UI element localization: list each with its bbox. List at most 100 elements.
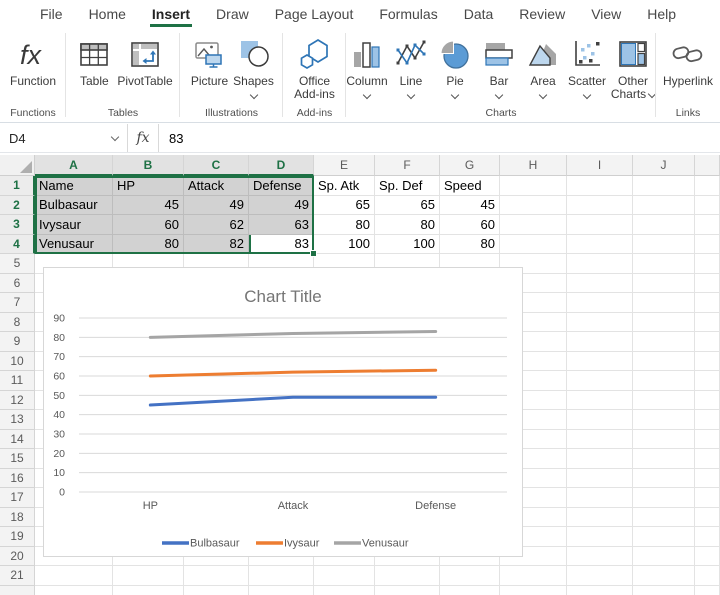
cell-I21[interactable] <box>567 566 633 586</box>
cell-B4[interactable]: 80 <box>113 235 184 255</box>
cell-J3[interactable] <box>633 215 695 235</box>
row-header-12[interactable]: 12 <box>0 391 35 411</box>
cell-H4[interactable] <box>500 235 567 255</box>
name-box[interactable]: D4 <box>0 124 128 152</box>
row-header-7[interactable]: 7 <box>0 293 35 313</box>
cell-E1[interactable]: Sp. Atk <box>314 176 375 196</box>
pivottable-button[interactable]: PivotTable <box>117 35 172 88</box>
cell-E21[interactable] <box>314 566 375 586</box>
cell-J15[interactable] <box>633 449 695 469</box>
cell-J12[interactable] <box>633 391 695 411</box>
row-header-partial[interactable] <box>0 586 35 595</box>
cell-J22[interactable] <box>633 586 695 595</box>
embedded-chart[interactable]: Chart Title0102030405060708090HPAttackDe… <box>43 267 523 557</box>
column-header-G[interactable]: G <box>440 155 500 176</box>
cell-D2[interactable]: 49 <box>249 196 314 216</box>
tab-formulas[interactable]: Formulas <box>379 0 437 28</box>
cell-J7[interactable] <box>633 293 695 313</box>
row-header-3[interactable]: 3 <box>0 215 35 235</box>
cell-K21[interactable] <box>695 566 720 586</box>
cell-I22[interactable] <box>567 586 633 595</box>
cell-J1[interactable] <box>633 176 695 196</box>
line-chart-button[interactable]: Line <box>390 35 432 100</box>
cell-I12[interactable] <box>567 391 633 411</box>
column-header-I[interactable]: I <box>567 155 633 176</box>
cell-G2[interactable]: 45 <box>440 196 500 216</box>
cell-C3[interactable]: 62 <box>184 215 249 235</box>
cell-G3[interactable]: 60 <box>440 215 500 235</box>
table-button[interactable]: Table <box>73 35 115 88</box>
cell-H21[interactable] <box>500 566 567 586</box>
cell-F3[interactable]: 80 <box>375 215 440 235</box>
row-header-8[interactable]: 8 <box>0 313 35 333</box>
cell-B22[interactable] <box>113 586 184 595</box>
cell-I2[interactable] <box>567 196 633 216</box>
row-header-6[interactable]: 6 <box>0 274 35 294</box>
cell-G21[interactable] <box>440 566 500 586</box>
cell-J11[interactable] <box>633 371 695 391</box>
cell-K3[interactable] <box>695 215 720 235</box>
tab-home[interactable]: Home <box>89 0 126 28</box>
cell-K19[interactable] <box>695 527 720 547</box>
cell-D22[interactable] <box>249 586 314 595</box>
cell-K10[interactable] <box>695 352 720 372</box>
cell-A21[interactable] <box>35 566 113 586</box>
row-header-14[interactable]: 14 <box>0 430 35 450</box>
cell-I14[interactable] <box>567 430 633 450</box>
column-header-E[interactable]: E <box>314 155 375 176</box>
cell-I11[interactable] <box>567 371 633 391</box>
cell-I17[interactable] <box>567 488 633 508</box>
cell-J9[interactable] <box>633 332 695 352</box>
tab-review[interactable]: Review <box>519 0 565 28</box>
row-header-11[interactable]: 11 <box>0 371 35 391</box>
cell-A4[interactable]: Venusaur <box>35 235 113 255</box>
tab-page-layout[interactable]: Page Layout <box>275 0 354 28</box>
pie-chart-button[interactable]: Pie <box>434 35 476 100</box>
cell-I18[interactable] <box>567 508 633 528</box>
cell-J5[interactable] <box>633 254 695 274</box>
other-charts-button[interactable]: Other Charts <box>610 35 656 101</box>
cell-B21[interactable] <box>113 566 184 586</box>
tab-file[interactable]: File <box>40 0 63 28</box>
column-chart-button[interactable]: Column <box>346 35 388 100</box>
cell-J16[interactable] <box>633 469 695 489</box>
cell-I7[interactable] <box>567 293 633 313</box>
cell-K8[interactable] <box>695 313 720 333</box>
row-header-16[interactable]: 16 <box>0 469 35 489</box>
cell-I1[interactable] <box>567 176 633 196</box>
cell-D4[interactable]: 83 <box>249 235 314 255</box>
office-add-ins-button[interactable]: Office Add-ins <box>288 35 342 101</box>
cell-K6[interactable] <box>695 274 720 294</box>
cell-H1[interactable] <box>500 176 567 196</box>
cell-J21[interactable] <box>633 566 695 586</box>
cell-I4[interactable] <box>567 235 633 255</box>
cell-F4[interactable]: 100 <box>375 235 440 255</box>
formula-input[interactable]: 83 <box>159 124 720 152</box>
cell-G4[interactable]: 80 <box>440 235 500 255</box>
column-header-partial[interactable] <box>695 155 720 176</box>
cell-A2[interactable]: Bulbasaur <box>35 196 113 216</box>
cell-K17[interactable] <box>695 488 720 508</box>
cell-K5[interactable] <box>695 254 720 274</box>
cell-E3[interactable]: 80 <box>314 215 375 235</box>
cell-E2[interactable]: 65 <box>314 196 375 216</box>
row-header-15[interactable]: 15 <box>0 449 35 469</box>
cell-K15[interactable] <box>695 449 720 469</box>
area-chart-button[interactable]: Area <box>522 35 564 100</box>
function-button[interactable]: fx Function <box>10 35 56 88</box>
cell-B2[interactable]: 45 <box>113 196 184 216</box>
cell-J14[interactable] <box>633 430 695 450</box>
cell-K7[interactable] <box>695 293 720 313</box>
tab-draw[interactable]: Draw <box>216 0 249 28</box>
cell-F2[interactable]: 65 <box>375 196 440 216</box>
tab-insert[interactable]: Insert <box>152 0 190 28</box>
cell-I3[interactable] <box>567 215 633 235</box>
cell-I16[interactable] <box>567 469 633 489</box>
column-header-J[interactable]: J <box>633 155 695 176</box>
cell-K2[interactable] <box>695 196 720 216</box>
cell-A1[interactable]: Name <box>35 176 113 196</box>
cell-K20[interactable] <box>695 547 720 567</box>
row-header-9[interactable]: 9 <box>0 332 35 352</box>
cell-K18[interactable] <box>695 508 720 528</box>
cell-J4[interactable] <box>633 235 695 255</box>
